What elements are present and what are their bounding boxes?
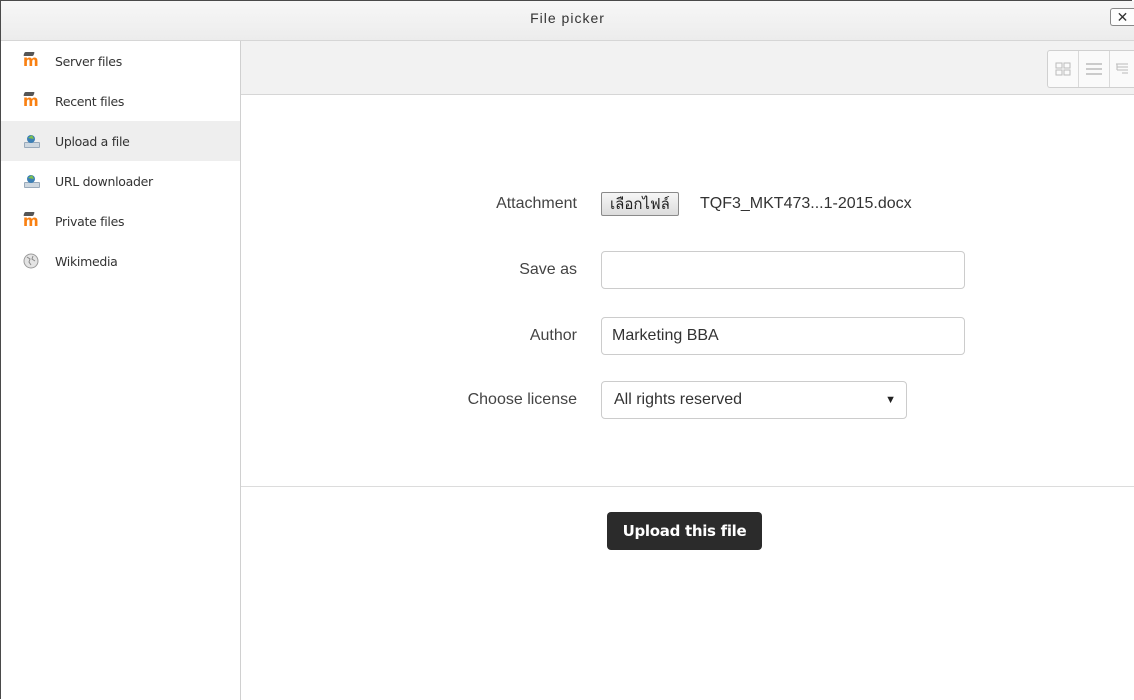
sidebar-item-server-files[interactable]: m Server files [1, 41, 240, 81]
choose-file-button[interactable]: เลือกไฟล์ [601, 192, 679, 216]
close-icon: ✕ [1116, 9, 1129, 25]
tree-view-icon [1116, 63, 1128, 74]
author-label: Author [529, 327, 577, 344]
attachment-row: Attachment เลือกไฟล์ TQF3_MKT473...1-201… [241, 184, 1134, 224]
save-as-input[interactable] [601, 251, 965, 289]
file-picker-dialog: File picker ✕ m Server files m Recent fi… [0, 0, 1134, 700]
main-content: Attachment เลือกไฟล์ TQF3_MKT473...1-201… [241, 41, 1134, 700]
wikimedia-globe-icon [23, 253, 41, 269]
attachment-label: Attachment [496, 195, 577, 212]
sidebar-item-wikimedia[interactable]: Wikimedia [1, 241, 240, 281]
upload-icon [23, 133, 41, 149]
form-divider [241, 486, 1134, 487]
author-row: Author [241, 317, 1134, 357]
icons-view-button[interactable] [1048, 51, 1079, 87]
license-select[interactable]: All rights reserved ▼ [601, 381, 907, 419]
upload-file-button[interactable]: Upload this file [607, 512, 762, 550]
sidebar-item-recent-files[interactable]: m Recent files [1, 81, 240, 121]
moodle-icon: m [23, 52, 39, 70]
sidebar-item-label: Upload a file [55, 133, 130, 149]
sidebar-item-label: Private files [55, 213, 125, 229]
tree-view-button[interactable] [1110, 51, 1134, 87]
sidebar-item-label: Server files [55, 53, 122, 69]
moodle-icon: m [23, 212, 39, 230]
sidebar-item-private-files[interactable]: m Private files [1, 201, 240, 241]
sidebar-item-label: Wikimedia [55, 253, 118, 269]
moodle-icon: m [23, 92, 39, 110]
selected-file-name: TQF3_MKT473...1-2015.docx [700, 195, 912, 212]
license-label: Choose license [467, 391, 577, 408]
author-input[interactable] [601, 317, 965, 355]
sidebar-item-label: Recent files [55, 93, 125, 109]
close-button[interactable]: ✕ [1110, 8, 1134, 26]
save-as-label: Save as [519, 261, 577, 278]
toolbar [241, 41, 1134, 95]
title-bar: File picker ✕ [1, 1, 1134, 41]
list-view-button[interactable] [1079, 51, 1110, 87]
dialog-title: File picker [530, 10, 605, 26]
chevron-down-icon: ▼ [885, 394, 896, 406]
save-as-row: Save as [241, 251, 1134, 291]
icons-view-icon [1055, 62, 1071, 76]
repository-sidebar: m Server files m Recent files Upload a f… [1, 41, 241, 700]
sidebar-item-url-downloader[interactable]: URL downloader [1, 161, 240, 201]
sidebar-item-upload-a-file[interactable]: Upload a file [1, 121, 240, 161]
license-selected-value: All rights reserved [614, 391, 743, 408]
view-switcher [1047, 50, 1134, 88]
license-row: Choose license All rights reserved ▼ [241, 381, 1134, 421]
sidebar-item-label: URL downloader [55, 173, 153, 189]
list-view-icon [1086, 63, 1102, 75]
upload-icon [23, 173, 41, 189]
